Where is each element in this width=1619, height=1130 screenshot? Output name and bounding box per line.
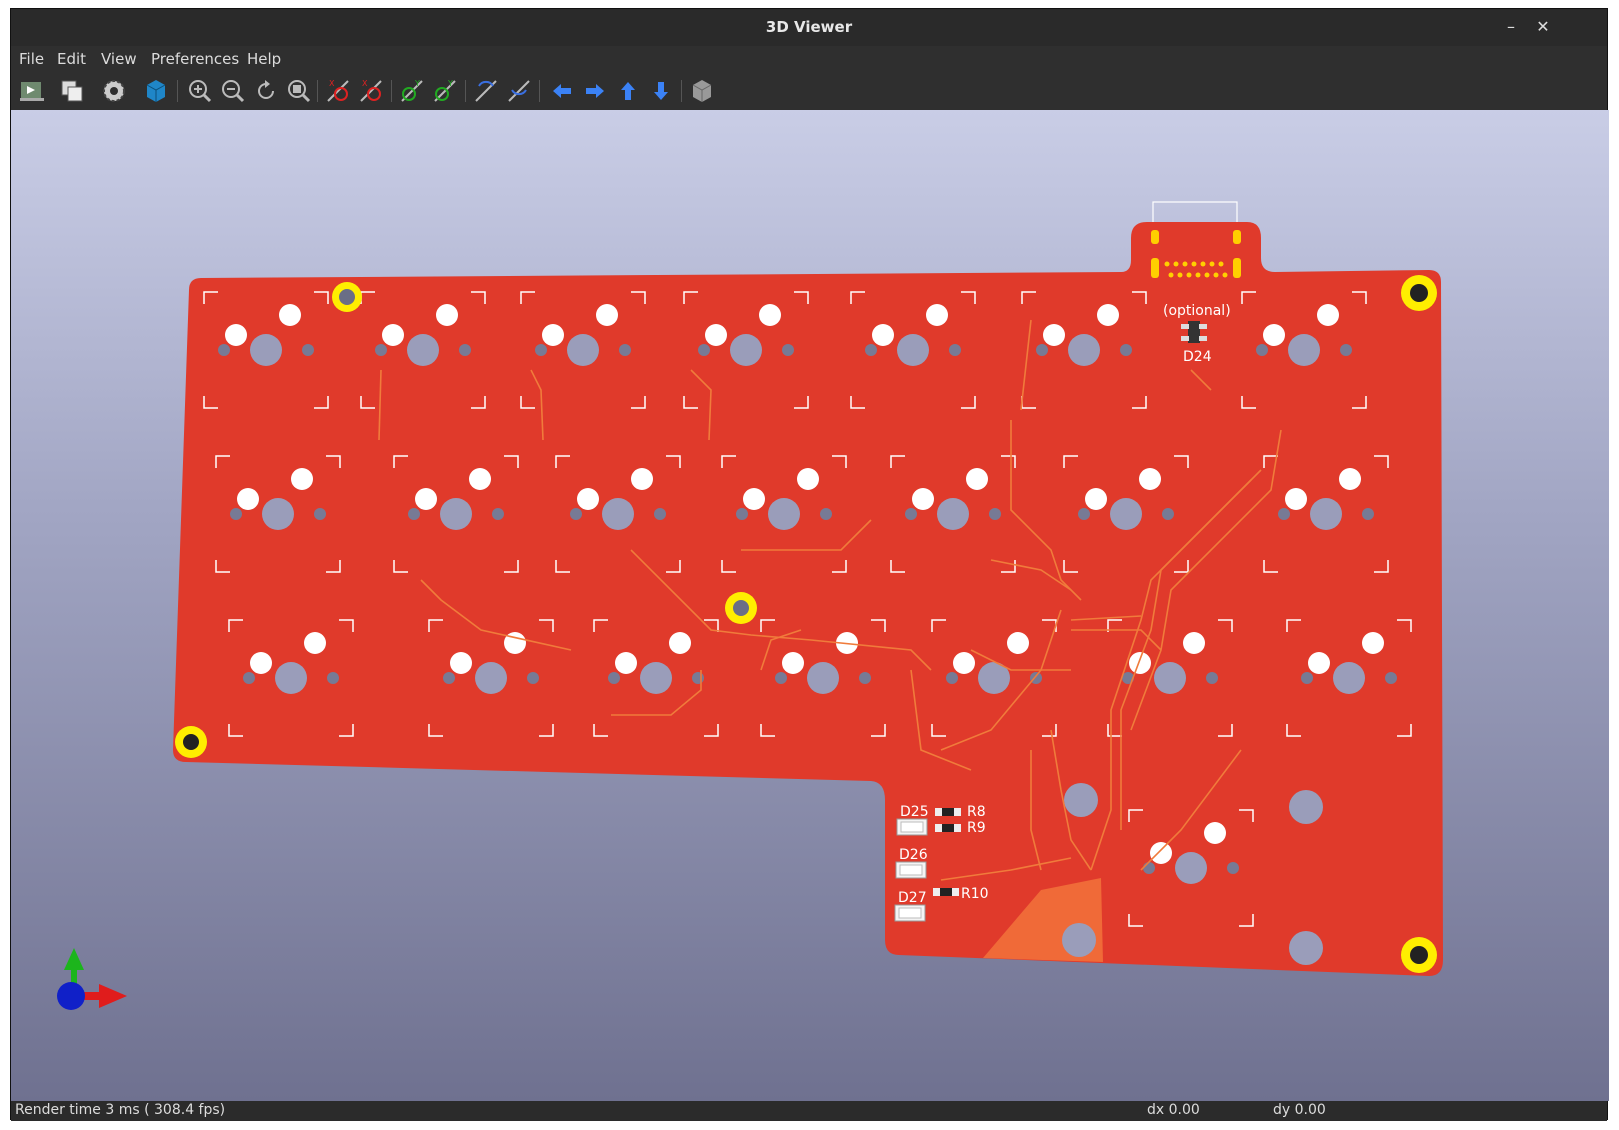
menu-preferences[interactable]: Preferences [151, 50, 239, 68]
pan-down-icon[interactable] [646, 76, 676, 106]
redraw-icon[interactable] [251, 76, 281, 106]
raytrace-cube-icon[interactable] [141, 76, 171, 106]
dy-readout: dy 0.00 [1273, 1102, 1326, 1118]
minimize-button[interactable]: – [1499, 15, 1523, 39]
menu-bar: File Edit View Preferences Help [11, 46, 1607, 72]
label-d27: D27 [898, 890, 927, 906]
pcb-board [173, 222, 1443, 976]
label-r8: R8 [967, 804, 986, 820]
close-button[interactable]: ✕ [1531, 15, 1555, 39]
label-d24: D24 [1183, 349, 1212, 365]
menu-edit[interactable]: Edit [57, 50, 86, 68]
3d-viewer-window: 3D Viewer – ✕ File Edit View Preferences… [10, 8, 1609, 1121]
window-title: 3D Viewer [765, 18, 853, 36]
pan-left-icon[interactable] [547, 76, 577, 106]
svg-text:X: X [362, 79, 368, 88]
plate-hole [1062, 923, 1096, 957]
render-export-icon[interactable] [17, 76, 47, 106]
title-bar: 3D Viewer – ✕ [11, 9, 1607, 46]
plate-hole [1289, 931, 1323, 965]
settings-gear-icon[interactable] [99, 76, 129, 106]
zoom-out-icon[interactable] [218, 76, 248, 106]
view-3d-box-icon[interactable] [687, 76, 717, 106]
zoom-fit-icon[interactable] [284, 76, 314, 106]
label-r10: R10 [961, 886, 989, 902]
rotate-x-ccw-icon[interactable]: X [356, 76, 386, 106]
toolbar: X X Y Y [11, 72, 1607, 110]
plate-hole [1064, 783, 1098, 817]
3d-viewport[interactable]: (optional) D24 D25 D26 D27 R8 R9 R10 [11, 110, 1609, 1101]
pan-right-icon[interactable] [580, 76, 610, 106]
rotate-x-cw-icon[interactable]: X [323, 76, 353, 106]
menu-view[interactable]: View [101, 50, 137, 68]
label-optional: (optional) [1163, 303, 1231, 319]
rotate-z-cw-icon[interactable] [471, 76, 501, 106]
svg-text:Y: Y [447, 79, 453, 88]
pan-up-icon[interactable] [613, 76, 643, 106]
label-r9: R9 [967, 820, 986, 836]
d24-component [1188, 321, 1200, 343]
pcb-render: (optional) D24 D25 D26 D27 R8 R9 R10 [57, 201, 1443, 1010]
plate-hole [1289, 790, 1323, 824]
copy-image-icon[interactable] [57, 76, 87, 106]
label-d25: D25 [900, 804, 929, 820]
svg-text:X: X [329, 79, 335, 88]
menu-help[interactable]: Help [247, 50, 281, 68]
zoom-in-icon[interactable] [185, 76, 215, 106]
rotate-z-ccw-icon[interactable] [504, 76, 534, 106]
label-d26: D26 [899, 847, 928, 863]
status-bar: Render time 3 ms ( 308.4 fps) dx 0.00 dy… [11, 1101, 1607, 1121]
usb-connector-outline [1152, 201, 1238, 225]
axis-gizmo [57, 948, 127, 1010]
menu-file[interactable]: File [19, 50, 44, 68]
svg-text:Y: Y [414, 79, 420, 88]
dx-readout: dx 0.00 [1147, 1102, 1200, 1118]
rotate-y-cw-icon[interactable]: Y [397, 76, 427, 106]
rotate-y-ccw-icon[interactable]: Y [430, 76, 460, 106]
render-time-text: Render time 3 ms ( 308.4 fps) [15, 1102, 226, 1118]
